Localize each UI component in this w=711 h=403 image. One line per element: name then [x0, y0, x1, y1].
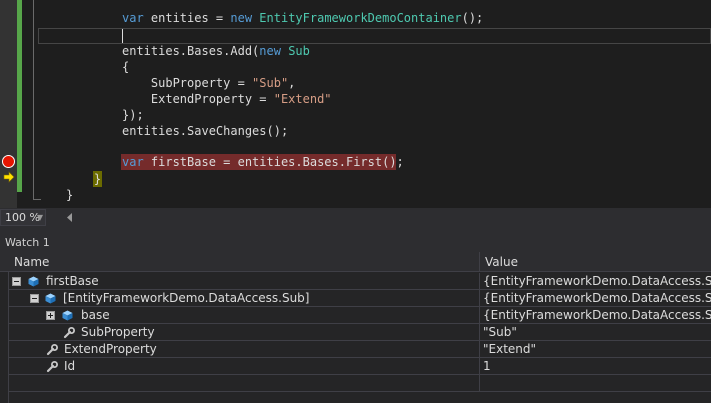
column-divider[interactable]: [479, 252, 480, 272]
column-divider: [479, 358, 480, 375]
editor-bottom-bar: 100 % ▼: [0, 208, 711, 227]
zoom-level-dropdown[interactable]: 100 % ▼: [0, 209, 46, 226]
outlining-end: [33, 199, 41, 200]
code-line-1[interactable]: var entities = new EntityFrameworkDemoCo…: [122, 10, 483, 26]
watch-name: [EntityFrameworkDemo.DataAccess.Sub]: [63, 291, 310, 305]
watch-value[interactable]: {EntityFrameworkDemo.DataAccess.Sub}: [483, 273, 711, 290]
code-text: entities.Bases.Add(: [122, 44, 260, 58]
breakpoint-icon[interactable]: [2, 155, 15, 168]
keyword-new: new: [259, 44, 289, 58]
panel-splitter[interactable]: [0, 227, 711, 234]
watch-row-id[interactable]: Id 1: [8, 358, 711, 375]
column-header-name[interactable]: Name: [14, 252, 49, 272]
change-tracking-bar: [17, 0, 22, 192]
code-line-8[interactable]: entities.SaveChanges();: [122, 123, 288, 139]
code-text: entities.SaveChanges();: [122, 124, 289, 138]
property-icon: [46, 344, 58, 356]
code-text: ,: [288, 76, 296, 90]
watch-window: Watch 1 Name Value firstBase {EntityFram…: [0, 234, 711, 403]
keyword-var: var: [122, 155, 151, 169]
code-line-12[interactable]: }: [66, 187, 73, 203]
code-line-4[interactable]: {: [122, 59, 129, 75]
keyword-new: new: [230, 11, 260, 25]
brace-match-highlight: }: [93, 171, 102, 187]
keyword-var: var: [122, 11, 151, 25]
column-divider: [479, 341, 480, 358]
code-line-6[interactable]: ExtendProperty = "Extend": [122, 91, 332, 107]
watch-name: SubProperty: [81, 325, 155, 339]
code-text: ();: [461, 11, 484, 25]
property-icon: [46, 361, 58, 373]
code-text: ExtendProperty =: [122, 92, 274, 106]
column-divider: [479, 290, 480, 307]
watch-name: ExtendProperty: [64, 342, 157, 356]
watch-value[interactable]: {EntityFrameworkDemo.DataAccess.Sub}: [483, 290, 711, 307]
object-icon: [62, 310, 73, 321]
code-text: });: [122, 108, 144, 122]
type-name: Sub: [288, 44, 310, 58]
property-icon: [63, 327, 75, 339]
column-divider: [479, 324, 480, 341]
collapse-icon[interactable]: [12, 277, 21, 286]
watch-value[interactable]: {EntityFrameworkDemo.DataAccess.Sub}: [483, 307, 711, 324]
watch-value[interactable]: "Extend": [483, 341, 536, 358]
current-line-highlight: [38, 28, 711, 44]
current-statement-arrow-icon: [3, 171, 15, 183]
object-icon: [45, 293, 56, 304]
code-line-5[interactable]: SubProperty = "Sub",: [122, 75, 296, 91]
watch-row-base[interactable]: base {EntityFrameworkDemo.DataAccess.Sub…: [8, 307, 711, 324]
code-line-7[interactable]: });: [122, 107, 144, 123]
column-header-value[interactable]: Value: [485, 252, 518, 272]
string-literal: "Sub": [252, 76, 289, 90]
string-literal: "Extend": [273, 92, 332, 106]
column-divider: [479, 307, 480, 324]
watch-name: base: [81, 308, 110, 322]
scroll-left-icon[interactable]: [65, 212, 73, 223]
code-editor[interactable]: var entities = new EntityFrameworkDemoCo…: [0, 0, 711, 208]
code-text: entities =: [150, 11, 231, 25]
expand-icon[interactable]: [46, 311, 55, 320]
watch-name: firstBase: [46, 274, 99, 288]
code-line-3[interactable]: entities.Bases.Add(new Sub: [122, 43, 310, 59]
column-divider: [479, 375, 480, 392]
object-icon: [28, 276, 39, 287]
horizontal-scrollbar[interactable]: [78, 213, 711, 221]
watch-window-title[interactable]: Watch 1: [0, 234, 711, 252]
watch-row-new-entry[interactable]: [8, 375, 711, 392]
code-text: SubProperty =: [122, 76, 253, 90]
watch-value[interactable]: "Sub": [483, 324, 517, 341]
watch-name: Id: [64, 359, 76, 373]
column-divider: [479, 273, 480, 290]
chevron-down-icon[interactable]: ▼: [35, 210, 45, 225]
outlining-line: [33, 0, 34, 200]
text-caret: [122, 29, 123, 43]
watch-row-firstbase[interactable]: firstBase {EntityFrameworkDemo.DataAcces…: [8, 273, 711, 290]
watch-row-subproperty[interactable]: SubProperty "Sub": [8, 324, 711, 341]
watch-row-extendproperty[interactable]: ExtendProperty "Extend": [8, 341, 711, 358]
watch-value[interactable]: 1: [483, 358, 491, 375]
collapse-icon[interactable]: [30, 294, 39, 303]
type-name: EntityFrameworkDemoContainer: [259, 11, 462, 25]
code-text: {: [122, 60, 130, 74]
code-line-10[interactable]: var firstBase = entities.Bases.First();: [122, 154, 404, 170]
code-text: firstBase = entities.Bases.First();: [150, 155, 404, 169]
grid-header: Name Value: [0, 252, 711, 272]
watch-grid[interactable]: Name Value firstBase {EntityFrameworkDem…: [0, 252, 711, 403]
watch-row-runtime-type[interactable]: [EntityFrameworkDemo.DataAccess.Sub] {En…: [8, 290, 711, 307]
